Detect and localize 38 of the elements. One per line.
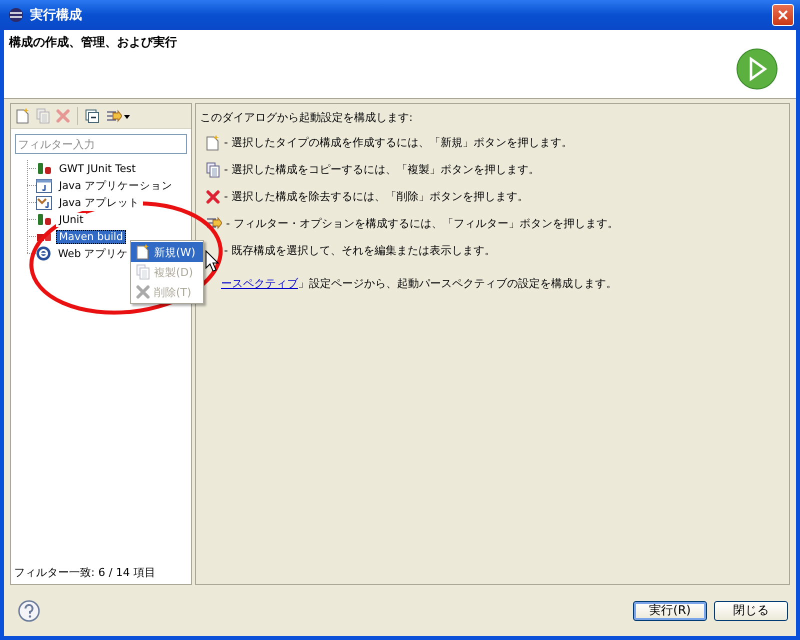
dialog-button[interactable]: 実行(R)	[633, 600, 707, 620]
tree-item-icon	[36, 232, 52, 242]
close-icon	[777, 9, 789, 21]
new-document-icon	[136, 244, 150, 260]
delete-x-icon	[56, 109, 70, 123]
copy-document-icon	[136, 264, 150, 280]
delete-x-icon	[136, 285, 150, 299]
tree-item-icon	[36, 178, 52, 192]
tree-item-icon	[36, 162, 52, 175]
tree-item[interactable]: Java アプレット	[56, 194, 143, 210]
run-icon	[736, 48, 778, 90]
copy-document-icon	[36, 108, 50, 124]
new-document-icon	[16, 108, 30, 124]
filter-status: フィルター一致: 6 / 14 項目	[13, 565, 156, 581]
perspective-link[interactable]: ースペクティブ	[221, 277, 298, 290]
delete-x-icon	[206, 190, 220, 204]
info-text: 」設定ページから、起動パースペクティブの設定を構成します。	[298, 277, 617, 290]
dialog-button[interactable]: 閉じる	[714, 600, 788, 620]
toolbar-button[interactable]	[84, 108, 101, 124]
tree-item[interactable]: Maven build	[56, 230, 126, 244]
filter-arrows-icon	[106, 108, 122, 124]
help-icon[interactable]	[18, 600, 40, 622]
info-intro: このダイアログから起動設定を構成します:	[200, 110, 414, 125]
toolbar-button[interactable]	[105, 108, 131, 124]
header-title: 構成の作成、管理、および実行	[9, 34, 177, 51]
close-button[interactable]	[772, 4, 794, 26]
menu-item[interactable]: 新規(W)	[131, 242, 203, 262]
tree-item-icon	[36, 213, 52, 226]
tree-item[interactable]: JUnit	[56, 212, 86, 226]
filter-field[interactable]: フィルター入力	[15, 134, 187, 154]
app-icon	[8, 7, 24, 23]
new-document-icon	[206, 134, 220, 150]
tree-item-icon	[36, 196, 52, 210]
collapse-all-icon	[85, 108, 100, 124]
copy-document-icon	[206, 162, 220, 178]
window-title: 実行構成	[30, 6, 83, 24]
filter-arrows-icon	[206, 216, 222, 231]
tree-item-icon	[36, 246, 51, 261]
